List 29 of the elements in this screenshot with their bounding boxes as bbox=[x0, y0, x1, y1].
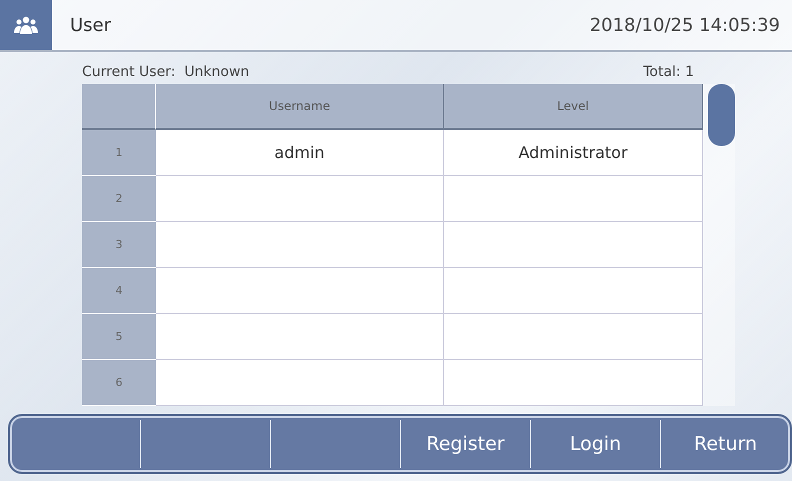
table-cell[interactable] bbox=[444, 222, 703, 268]
row-number: 1 bbox=[82, 130, 156, 176]
row-number: 4 bbox=[82, 268, 156, 314]
date-time: 2018/10/25 14:05:39 bbox=[590, 14, 780, 36]
table-cell[interactable] bbox=[156, 222, 444, 268]
action-button[interactable]: Register bbox=[400, 420, 530, 468]
table-cell[interactable] bbox=[156, 176, 444, 222]
users-icon bbox=[14, 15, 38, 35]
table-cell[interactable] bbox=[156, 314, 444, 360]
table-cell[interactable] bbox=[156, 360, 444, 406]
table-cell[interactable] bbox=[444, 360, 703, 406]
row-number: 3 bbox=[82, 222, 156, 268]
total-count: Total: 1 bbox=[643, 64, 694, 80]
action-button[interactable]: Return bbox=[660, 420, 790, 468]
action-button[interactable]: Login bbox=[530, 420, 660, 468]
column-header: Username bbox=[156, 84, 444, 130]
table-cell[interactable] bbox=[444, 268, 703, 314]
scrollbar-thumb[interactable] bbox=[708, 84, 735, 146]
table-cell[interactable] bbox=[444, 176, 703, 222]
row-number: 5 bbox=[82, 314, 156, 360]
column-header: Level bbox=[444, 84, 703, 130]
row-number: 6 bbox=[82, 360, 156, 406]
screen-title: User bbox=[70, 14, 112, 36]
row-number: 2 bbox=[82, 176, 156, 222]
table-cell[interactable]: Administrator bbox=[444, 130, 703, 176]
table-cell[interactable]: admin bbox=[156, 130, 444, 176]
table-cell[interactable] bbox=[156, 268, 444, 314]
table-cell[interactable] bbox=[444, 314, 703, 360]
current-user-text: Current User: Unknown bbox=[82, 64, 250, 80]
